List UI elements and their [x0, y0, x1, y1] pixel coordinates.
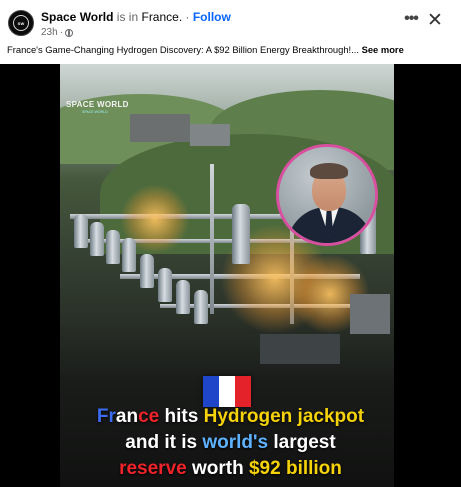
hydrogen-tank — [74, 214, 88, 248]
post-image[interactable]: SPACE WORLD SPACE WORLD France hits Hydr… — [0, 64, 461, 487]
image-watermark-sub: SPACE WORLD — [82, 110, 108, 114]
page-name-link[interactable]: Space World — [41, 10, 113, 24]
hydrogen-tank — [140, 254, 154, 288]
page-avatar[interactable]: SW — [8, 10, 34, 36]
post-timestamp[interactable]: 23h — [41, 27, 58, 38]
headline-segment: largest — [268, 432, 336, 453]
follow-button[interactable]: Follow — [193, 10, 231, 24]
image-headline: France hits Hydrogen jackpot and it is w… — [0, 400, 461, 482]
hydrogen-tank — [90, 222, 104, 256]
post-author-line: Space World is in France. · Follow — [41, 10, 231, 24]
headline-segment: Fr — [96, 406, 116, 427]
headline-segment: an — [115, 406, 139, 427]
headline-line-1: France hits Hydrogen jackpot — [0, 404, 461, 430]
globe-icon — [65, 28, 74, 37]
avatar-logo-ring: SW — [13, 15, 29, 31]
hydrogen-tank — [158, 268, 172, 302]
headline-segment: Hydrogen jackpot — [203, 406, 365, 427]
image-watermark: SPACE WORLD — [66, 100, 129, 109]
portrait-hair — [310, 163, 348, 179]
see-more-link[interactable]: See more — [362, 44, 404, 55]
hydrogen-tank — [194, 290, 208, 324]
pipe — [210, 164, 214, 314]
headline-line-3: reserve worth $92 billion — [0, 456, 461, 482]
post-header: SW Space World is in France. · Follow 23… — [0, 0, 461, 42]
location-link[interactable]: France. — [141, 10, 182, 24]
is-in-text: is in — [113, 10, 142, 24]
equipment-block — [260, 334, 340, 364]
factory-building — [190, 124, 230, 146]
hydrogen-tank — [176, 280, 190, 314]
post-meta-line: 23h · — [41, 27, 74, 38]
headline-segment: and it is — [125, 432, 203, 453]
headline-segment: world's — [202, 432, 269, 453]
headline-segment: ce — [138, 406, 160, 427]
factory-building — [130, 114, 190, 142]
caption-text: France's Game-Changing Hydrogen Discover… — [7, 44, 362, 55]
facebook-post: SW Space World is in France. · Follow 23… — [0, 0, 461, 487]
hydrogen-tank — [106, 230, 120, 264]
equipment-block — [350, 294, 390, 334]
headline-segment: $92 billion — [248, 458, 342, 479]
hydrogen-tank — [232, 204, 250, 264]
politician-portrait — [276, 144, 378, 246]
close-icon[interactable]: ✕ — [426, 11, 444, 30]
headline-segment: worth — [186, 458, 249, 479]
headline-segment: reserve — [119, 458, 187, 479]
hydrogen-tank — [122, 238, 136, 272]
meta-dot: · — [59, 27, 64, 38]
separator-dot: · — [182, 10, 193, 24]
headline-line-2: and it is world's largest — [0, 430, 461, 456]
more-horizontal-icon[interactable]: ••• — [402, 11, 420, 30]
post-caption: France's Game-Changing Hydrogen Discover… — [7, 44, 457, 55]
headline-segment: hits — [159, 406, 204, 427]
avatar-logo-text: SW — [17, 20, 25, 26]
